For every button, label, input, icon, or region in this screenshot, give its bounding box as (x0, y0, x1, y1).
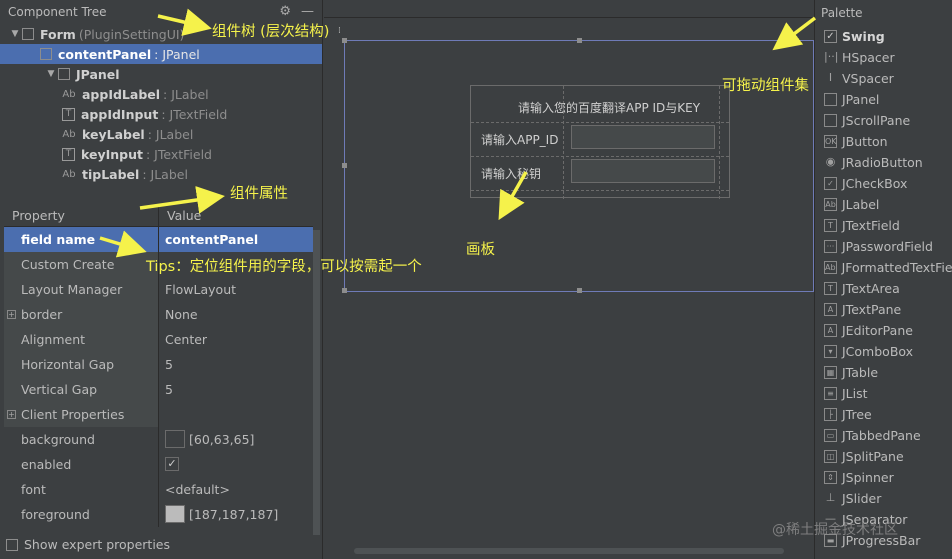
tree-annotation: 组件树 (层次结构) (212, 24, 330, 40)
props-annotation: 组件属性 (230, 186, 288, 202)
arrow-annotation-icon (99, 8, 817, 258)
canvas-annotation: 画板 (466, 242, 495, 258)
palette-annotation: 可拖动组件集 (722, 78, 809, 94)
tips-annotation: Tips：定位组件用的字段，可以按需起一个 (146, 259, 422, 275)
watermark: @稀土掘金技术社区 (772, 522, 898, 538)
